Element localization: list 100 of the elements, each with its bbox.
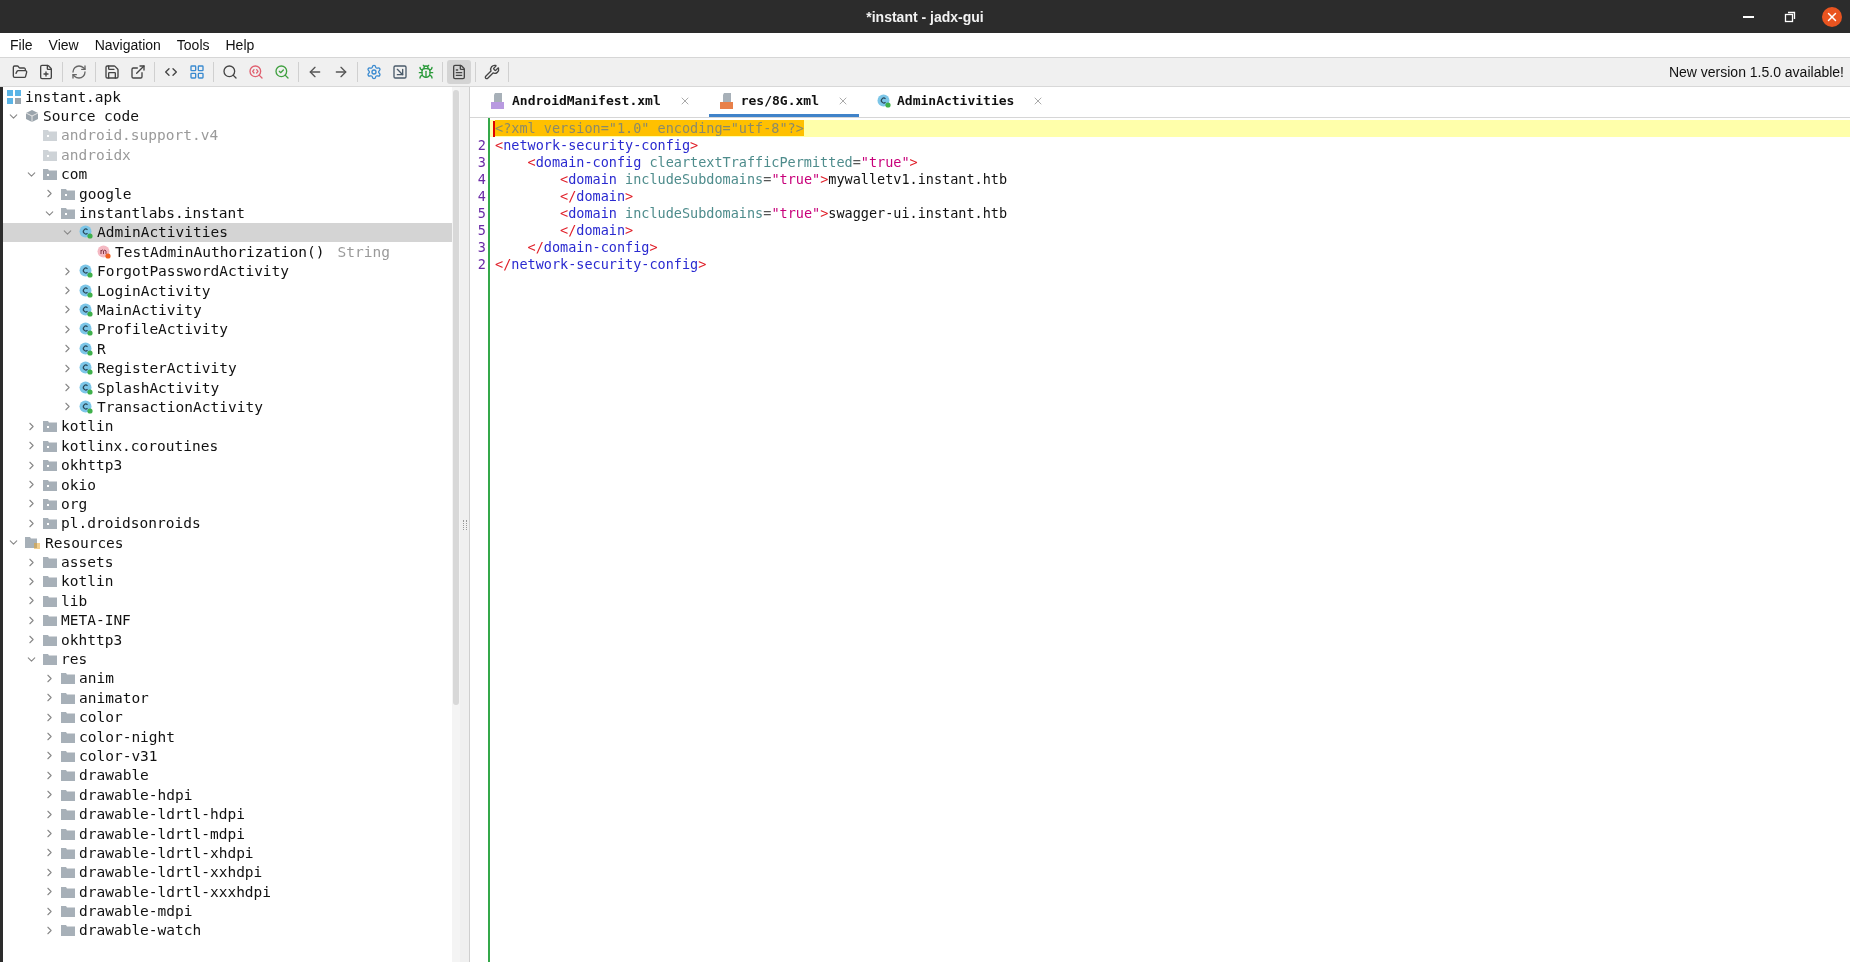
tree-item[interactable]: TestAdminAuthorization() String — [3, 242, 452, 262]
package-icon — [43, 497, 57, 510]
restore-icon — [1784, 10, 1796, 23]
tree-item[interactable]: lib — [3, 591, 452, 611]
package-icon — [43, 129, 57, 142]
tree-item[interactable]: instant.apk — [3, 87, 452, 107]
close-button[interactable] — [1822, 6, 1842, 27]
folder-icon — [43, 653, 57, 665]
tree-item[interactable]: color-v31 — [3, 746, 452, 766]
arrow-right-icon — [333, 64, 349, 80]
folder-icon — [61, 905, 75, 918]
tree-item[interactable]: Source code — [3, 106, 452, 126]
arrow-left-icon — [307, 64, 323, 80]
tree-item[interactable]: instantlabs.instant — [3, 203, 452, 223]
tree-item[interactable]: drawable-ldrtl-xxxhdpi — [3, 882, 452, 902]
line-number: 4 — [476, 188, 487, 205]
tree-item[interactable]: org — [3, 494, 452, 514]
folder-icon — [61, 788, 75, 801]
menu-item[interactable]: Tools — [168, 37, 218, 53]
menu-item[interactable]: Navigation — [86, 37, 169, 53]
tree-item[interactable]: okio — [3, 474, 452, 495]
folder-icon — [61, 827, 75, 840]
line-number: 3 — [476, 154, 487, 171]
folder-icon — [61, 808, 75, 821]
update-notice: New version 1.5.0 available! — [1668, 64, 1844, 80]
tree-item[interactable]: kotlinx.coroutines — [3, 436, 452, 456]
line-number: 3 — [476, 239, 487, 256]
package-icon — [43, 459, 57, 472]
menu-item[interactable]: File — [2, 37, 41, 53]
class-icon — [79, 225, 93, 240]
resources-icon — [25, 535, 41, 550]
code-line: <network-security-config> — [495, 137, 699, 154]
class-icon — [79, 283, 93, 298]
line-number: 2 — [476, 137, 487, 154]
search-icon — [222, 64, 238, 80]
tree-item[interactable]: ForgotPasswordActivity — [3, 261, 452, 281]
tree-item[interactable]: META-INF — [3, 610, 452, 630]
folder-icon — [61, 691, 75, 704]
line-number: 4 — [476, 171, 487, 188]
tree-item[interactable]: okhttp3 — [3, 629, 452, 650]
folder-icon — [43, 556, 57, 569]
add-file-icon — [38, 64, 54, 80]
tree-item[interactable]: anim — [3, 668, 452, 689]
editor-tab[interactable]: AndroidManifest.xml — [480, 87, 701, 117]
xml-file-icon — [718, 92, 735, 109]
folder-icon — [61, 711, 75, 724]
method-icon — [97, 244, 111, 259]
tree-item[interactable]: drawable-ldrtl-hdpi — [3, 804, 452, 824]
tree-item[interactable]: res — [3, 649, 452, 669]
tree-item[interactable]: drawable-ldrtl-xhdpi — [3, 843, 452, 863]
manifest-file-icon — [490, 92, 506, 109]
tree-item[interactable]: LoginActivity — [3, 280, 452, 301]
editor-tab[interactable]: AdminActivities — [867, 87, 1055, 117]
tree-item[interactable]: ProfileActivity — [3, 319, 452, 340]
toolbar-button[interactable] — [447, 60, 471, 84]
tree-item[interactable]: okhttp3 — [3, 455, 452, 475]
tree-item[interactable]: drawable-mdpi — [3, 901, 452, 921]
folder-icon — [61, 866, 75, 879]
minimize-icon — [1742, 15, 1754, 18]
code-line: <domain includeSubdomains="true">mywalletv1.instant.htb — [559, 171, 1008, 188]
tree-item[interactable]: com — [3, 164, 452, 184]
tree-item[interactable]: kotlin — [3, 571, 452, 592]
tree-item[interactable]: color-night — [3, 726, 452, 747]
tree-item[interactable]: RegisterActivity — [3, 358, 452, 378]
tree-item[interactable]: assets — [3, 552, 452, 572]
tree-item[interactable]: Resources — [3, 533, 452, 553]
editor-tab[interactable]: res/8G.xml — [708, 87, 859, 117]
cube-icon — [25, 109, 39, 124]
tree-label: androidx — [61, 146, 131, 163]
tree-item[interactable]: R — [3, 339, 452, 359]
tree-item[interactable]: google — [3, 183, 452, 204]
menu-item[interactable]: View — [40, 37, 87, 53]
preview-icon — [392, 64, 408, 80]
tree-item[interactable]: MainActivity — [3, 300, 452, 320]
package-icon — [43, 517, 57, 530]
package-icon — [61, 207, 75, 220]
tree-item[interactable]: SplashActivity — [3, 377, 452, 398]
tree-item[interactable]: drawable-ldrtl-mdpi — [3, 823, 452, 844]
code-line: </domain> — [559, 188, 634, 205]
tree-item[interactable]: drawable-ldrtl-xxhdpi — [3, 862, 452, 882]
folder-icon — [61, 846, 75, 859]
tree-item[interactable]: AdminActivities — [3, 222, 452, 243]
tree-item[interactable]: kotlin — [3, 416, 452, 437]
text-cursor — [493, 120, 495, 137]
tree-item[interactable]: TransactionActivity — [3, 397, 452, 417]
code-line: </network-security-config> — [495, 256, 707, 273]
tree-item[interactable]: drawable-hdpi — [3, 785, 452, 805]
tree-item[interactable]: color — [3, 707, 452, 727]
scrollbar[interactable] — [452, 87, 460, 962]
class-icon — [79, 361, 93, 376]
line-number: 5 — [476, 222, 487, 239]
folder-icon — [43, 575, 57, 588]
tree-item[interactable]: animator — [3, 688, 452, 708]
tree-item[interactable]: pl.droidsonroids — [3, 513, 452, 533]
open-folder-icon — [12, 64, 28, 80]
tree-item[interactable]: drawable-watch — [3, 920, 452, 941]
tree-item[interactable]: drawable — [3, 765, 452, 786]
menu-item[interactable]: Help — [217, 37, 263, 53]
folder-icon — [61, 924, 75, 937]
line-number: 2 — [476, 256, 487, 273]
